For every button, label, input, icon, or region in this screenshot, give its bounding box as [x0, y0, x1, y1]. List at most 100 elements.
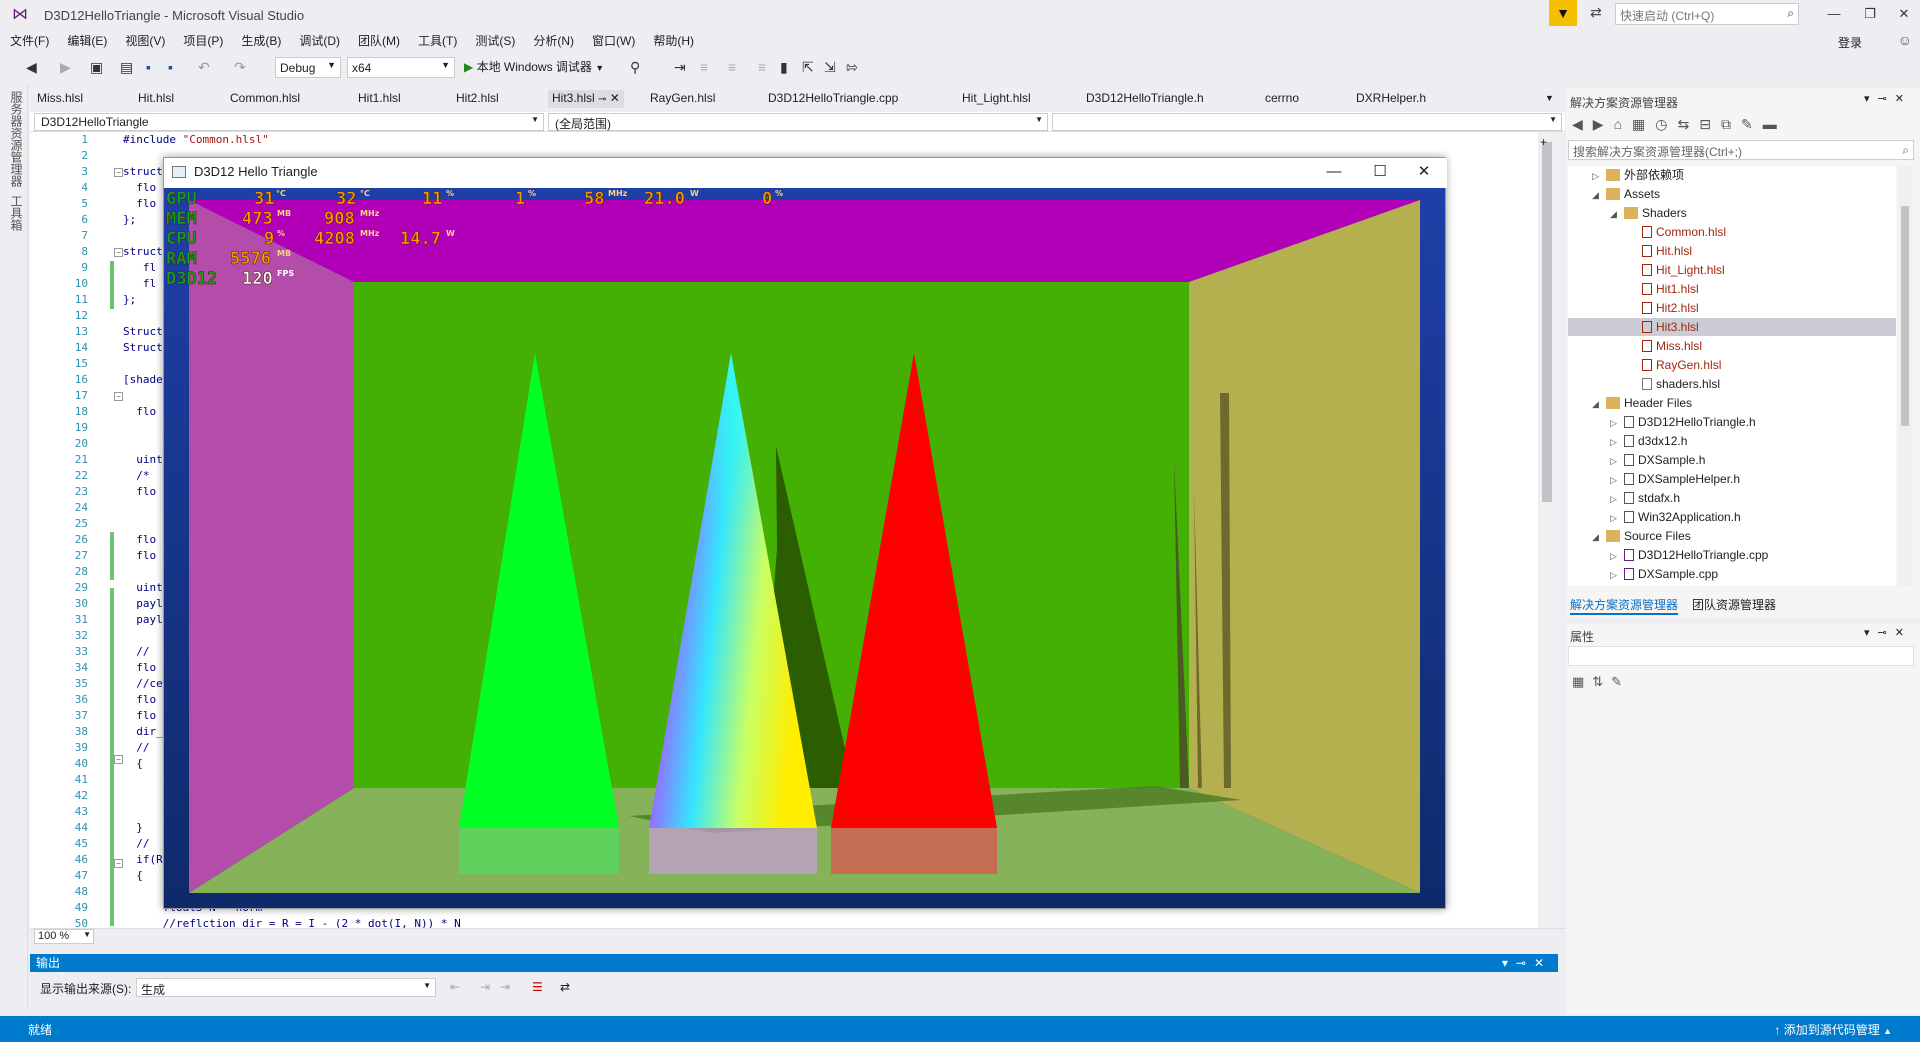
clear-bookmarks-icon[interactable]: ⇰: [846, 58, 858, 76]
tree-node[interactable]: Hit_Light.hlsl: [1568, 261, 1896, 279]
history-icon[interactable]: ◷: [1655, 116, 1677, 132]
step-icon[interactable]: ⇥: [674, 58, 686, 76]
open-file-icon[interactable]: ▤: [120, 58, 133, 76]
menu-project[interactable]: 项目(P): [183, 30, 223, 52]
home-icon[interactable]: ⌂: [1614, 116, 1632, 132]
output-find-icon[interactable]: ⇥: [500, 980, 510, 994]
add-to-source-control-button[interactable]: ↑ 添加到源代码管理 ▲: [1774, 1021, 1892, 1038]
menu-analyze[interactable]: 分析(N): [533, 30, 574, 52]
menu-window[interactable]: 窗口(W): [592, 30, 635, 52]
editor-vertical-scrollbar[interactable]: [1540, 132, 1554, 927]
tab-raygen-hlsl[interactable]: RayGen.hlsl: [650, 90, 715, 106]
show-all-icon[interactable]: ⧉: [1721, 116, 1741, 132]
tab-d3d12hellotriangle-cpp[interactable]: D3D12HelloTriangle.cpp: [768, 90, 898, 106]
pin-icon[interactable]: ⊸: [598, 94, 606, 105]
panel-controls-icon[interactable]: ▾⊸✕: [1502, 954, 1552, 972]
output-next-icon[interactable]: ⇥: [480, 980, 490, 994]
forward-icon[interactable]: ▶: [1593, 116, 1614, 132]
panel-controls-icon[interactable]: ▾⊸✕: [1864, 626, 1912, 639]
tree-node[interactable]: ▷ DXSample.h: [1568, 451, 1896, 470]
tab-hit3-hlsl[interactable]: Hit3.hlsl ⊸ ✕: [548, 90, 624, 108]
expanded-arrow-icon[interactable]: ◢: [1592, 528, 1606, 546]
collapsed-arrow-icon[interactable]: ▷: [1610, 490, 1624, 508]
categorized-icon[interactable]: ▦: [1572, 674, 1592, 689]
d3d12-app-window[interactable]: D3D12 Hello Triangle — ☐ ✕ GPU 31 °C 32 …: [163, 157, 1447, 909]
word-wrap-icon[interactable]: ⇄: [560, 980, 570, 994]
tree-node[interactable]: ▷ D3D12HelloTriangle.cpp: [1568, 546, 1896, 565]
menu-team[interactable]: 团队(M): [358, 30, 400, 52]
properties-object-dropdown[interactable]: [1568, 646, 1914, 666]
forward-icon[interactable]: ▶: [60, 58, 71, 76]
menu-edit[interactable]: 编辑(E): [67, 30, 107, 52]
tree-node[interactable]: Common.hlsl: [1568, 223, 1896, 241]
d3d-close-button[interactable]: ✕: [1402, 160, 1446, 184]
menu-test[interactable]: 测试(S): [475, 30, 515, 52]
menu-view[interactable]: 视图(V): [125, 30, 165, 52]
menu-tools[interactable]: 工具(T): [418, 30, 457, 52]
tree-node[interactable]: ▷Main.cpp: [1568, 584, 1896, 586]
save-icon[interactable]: ▪: [146, 58, 151, 76]
prev-bookmark-icon[interactable]: ⇱: [802, 58, 814, 76]
collapsed-arrow-icon[interactable]: ▷: [1592, 167, 1606, 185]
tree-node[interactable]: ▷ d3dx12.h: [1568, 432, 1896, 451]
tab-hit-hlsl[interactable]: Hit.hlsl: [138, 90, 174, 106]
uncomment-icon[interactable]: ≡: [758, 58, 766, 76]
attach-icon[interactable]: ⚲: [630, 58, 640, 76]
tab-d3d12hellotriangle-h[interactable]: D3D12HelloTriangle.h: [1086, 90, 1204, 106]
tab-cerrno[interactable]: cerrno: [1265, 90, 1299, 106]
tab-common-hlsl[interactable]: Common.hlsl: [230, 90, 300, 106]
scrollbar-thumb[interactable]: [1542, 142, 1552, 502]
tree-node[interactable]: ◢ Assets: [1568, 185, 1896, 204]
tab-team-explorer[interactable]: 团队资源管理器: [1692, 596, 1776, 613]
tab-miss-hlsl[interactable]: Miss.hlsl: [37, 90, 83, 106]
platform-dropdown[interactable]: x64 ▼: [347, 57, 455, 78]
fold-toggle[interactable]: −: [114, 168, 123, 177]
tree-node[interactable]: RayGen.hlsl: [1568, 356, 1896, 374]
tree-node[interactable]: shaders.hlsl: [1568, 375, 1896, 393]
zoom-dropdown[interactable]: 100 % ▼: [34, 929, 94, 944]
output-source-dropdown[interactable]: 生成 ▼: [136, 978, 436, 997]
tree-node[interactable]: Hit2.hlsl: [1568, 299, 1896, 317]
split-editor-icon[interactable]: +: [1540, 135, 1547, 149]
d3d-window-titlebar[interactable]: D3D12 Hello Triangle — ☐ ✕: [164, 158, 1447, 188]
minimize-button[interactable]: —: [1820, 4, 1848, 24]
d3d-minimize-button[interactable]: —: [1312, 160, 1356, 184]
tree-node[interactable]: ▷ D3D12HelloTriangle.h: [1568, 413, 1896, 432]
menu-debug[interactable]: 调试(D): [299, 30, 340, 52]
quick-launch-input[interactable]: 快速启动 (Ctrl+Q) ⌕: [1615, 3, 1799, 25]
collapse-icon[interactable]: ⊟: [1699, 116, 1721, 132]
output-prev-icon[interactable]: ⇤: [450, 980, 460, 994]
configuration-dropdown[interactable]: Debug ▼: [275, 57, 341, 78]
preview-icon[interactable]: ▬: [1763, 116, 1787, 132]
tab-hit2-hlsl[interactable]: Hit2.hlsl: [456, 90, 499, 106]
feedback-icon[interactable]: ⇄: [1590, 4, 1602, 21]
collapsed-arrow-icon[interactable]: ▷: [1610, 414, 1624, 432]
expanded-arrow-icon[interactable]: ◢: [1592, 186, 1606, 204]
collapsed-arrow-icon[interactable]: ▷: [1610, 452, 1624, 470]
collapsed-arrow-icon[interactable]: ▷: [1610, 509, 1624, 527]
member-dropdown[interactable]: ▼: [1052, 113, 1562, 131]
restore-button[interactable]: ❐: [1856, 4, 1884, 24]
tree-node[interactable]: Hit1.hlsl: [1568, 280, 1896, 298]
tree-node[interactable]: Miss.hlsl: [1568, 337, 1896, 355]
tree-node[interactable]: ▷ 外部依赖项: [1568, 166, 1896, 185]
switch-views-icon[interactable]: ▦: [1632, 116, 1655, 132]
tree-scrollbar[interactable]: [1898, 166, 1912, 586]
fold-toggle[interactable]: −: [114, 755, 123, 764]
tab-overflow-icon[interactable]: ▼: [1545, 90, 1554, 106]
collapsed-arrow-icon[interactable]: ▷: [1610, 566, 1624, 584]
expanded-arrow-icon[interactable]: ◢: [1610, 205, 1624, 223]
properties-icon[interactable]: ✎: [1741, 116, 1763, 132]
tree-node[interactable]: ◢ Shaders: [1568, 204, 1896, 223]
clear-all-icon[interactable]: ☰: [532, 980, 543, 994]
tree-node[interactable]: Hit3.hlsl: [1568, 318, 1896, 336]
back-icon[interactable]: ◀: [1572, 116, 1593, 132]
redo-icon[interactable]: ↷: [234, 58, 246, 76]
back-icon[interactable]: ◀: [26, 58, 37, 76]
tree-node[interactable]: ▷ stdafx.h: [1568, 489, 1896, 508]
tree-node[interactable]: ▷ DXSampleHelper.h: [1568, 470, 1896, 489]
menu-build[interactable]: 生成(B): [241, 30, 281, 52]
tree-node[interactable]: ▷ DXSample.cpp: [1568, 565, 1896, 584]
panel-controls-icon[interactable]: ▾⊸✕: [1864, 92, 1912, 105]
bookmark-icon[interactable]: ▮: [780, 58, 788, 76]
